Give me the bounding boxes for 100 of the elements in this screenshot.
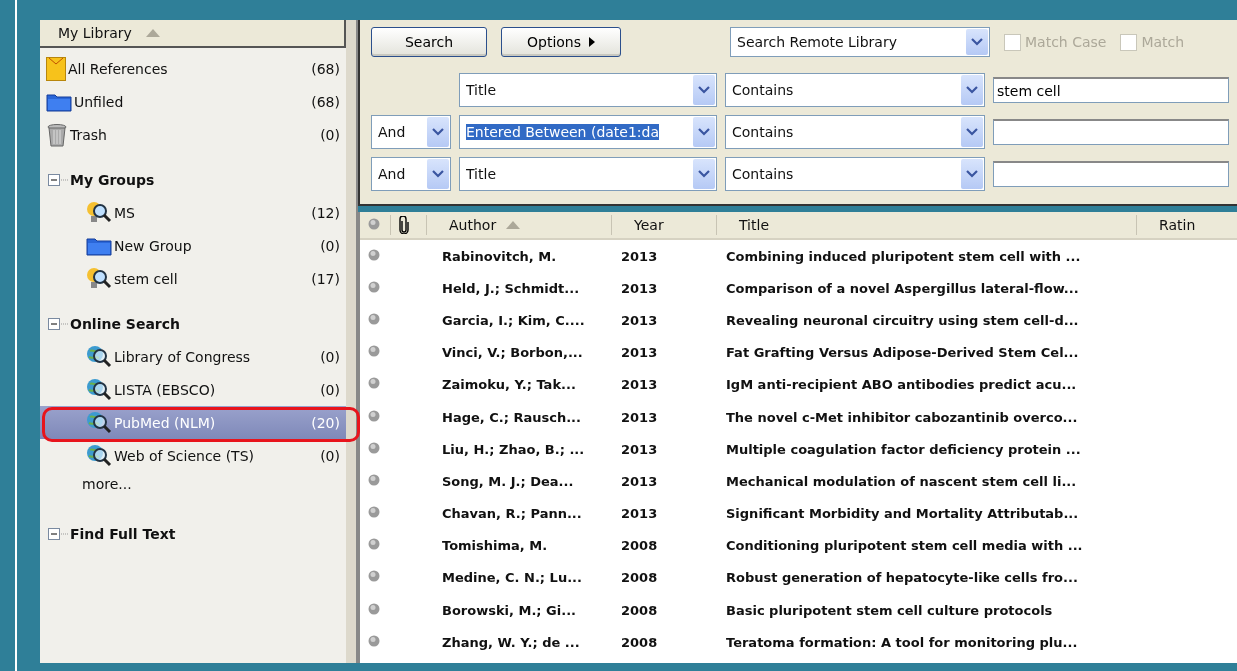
chevron-down-icon — [966, 86, 978, 94]
chevron-down-icon — [698, 128, 710, 136]
status-dot-icon — [368, 280, 380, 293]
globe-magnifier-icon — [86, 344, 112, 369]
operator-dropdown[interactable]: Contains — [725, 157, 985, 191]
author-cell-text: Song, M. J.; Dea... — [441, 473, 575, 489]
section-title: Find Full Text — [70, 525, 176, 542]
status-dot-icon — [368, 602, 380, 615]
author-cell-text: Held, J.; Schmidt... — [441, 280, 581, 296]
column-header[interactable]: Ratin — [1136, 215, 1236, 235]
library-item[interactable]: LISTA (EBSCO) (0) — [40, 373, 346, 406]
options-button[interactable]: Options — [501, 27, 621, 57]
chevron-down-icon — [966, 170, 978, 178]
chevron-down-icon — [971, 38, 983, 46]
search-term-field[interactable] — [993, 119, 1229, 145]
collapse-icon[interactable] — [48, 173, 70, 186]
search-term-field[interactable]: stem cell — [993, 77, 1229, 103]
year-cell-text: 2013 — [620, 377, 659, 393]
column-header[interactable]: Title — [716, 215, 1136, 235]
connector-dropdown[interactable]: And — [371, 115, 451, 149]
status-dot-icon — [368, 441, 380, 454]
folder-icon — [46, 91, 72, 112]
library-header[interactable]: My Library — [40, 20, 346, 48]
library-item[interactable]: Trash (0) — [40, 118, 346, 151]
lightbulb-magnifier-icon — [86, 266, 112, 291]
author-cell-text: Medine, C. N.; Lu... — [441, 570, 583, 586]
operator-dropdown[interactable]: Contains — [725, 115, 985, 149]
library-item[interactable]: New Group (0) — [40, 229, 346, 262]
status-dot-icon — [368, 473, 380, 486]
chevron-down-icon — [698, 170, 710, 178]
title-cell-text: IgM anti-recipient ABO antibodies predict acu... — [725, 377, 1078, 393]
search-button[interactable]: Search — [371, 27, 487, 57]
title-cell-text: Robust generation of hepatocyte-like cells fro... — [725, 570, 1079, 586]
library-item[interactable]: Library of Congress (0) — [40, 340, 346, 373]
author-cell-text: Zaimoku, Y.; Tak... — [441, 377, 577, 393]
trash-icon — [46, 122, 68, 147]
column-header[interactable]: Year — [611, 215, 716, 235]
author-cell-text: Borowski, M.; Gi... — [441, 602, 578, 618]
envelope-icon — [46, 56, 66, 81]
author-cell-text: Liu, H.; Zhao, B.; ... — [441, 441, 586, 457]
section-title: Online Search — [70, 315, 180, 332]
status-dot-icon — [368, 506, 380, 519]
year-cell-text: 2013 — [620, 409, 659, 425]
column-header[interactable]: Author — [426, 215, 611, 235]
chevron-down-icon — [432, 170, 444, 178]
operator-dropdown[interactable]: Contains — [725, 73, 985, 107]
status-dot-icon — [368, 248, 380, 261]
splitter-bar[interactable] — [346, 20, 358, 663]
year-cell-text: 2013 — [620, 280, 659, 296]
scope-dropdown[interactable]: Search Remote Library — [730, 27, 990, 57]
field-dropdown[interactable]: Title — [459, 157, 717, 191]
library-item[interactable]: stem cell (17) — [40, 262, 346, 295]
library-item[interactable]: Unfiled (68) — [40, 85, 346, 118]
author-cell-text: Chavan, R.; Pann... — [441, 506, 583, 522]
title-cell-text: Combining induced pluripotent stem cell with ... — [725, 248, 1082, 264]
status-dot-icon — [368, 312, 380, 325]
chevron-down-icon — [698, 86, 710, 94]
status-dot-icon — [368, 377, 380, 390]
paperclip-icon — [399, 216, 409, 234]
chevron-down-icon — [432, 128, 444, 136]
collapse-icon[interactable] — [48, 317, 70, 330]
globe-magnifier-icon — [86, 443, 112, 468]
author-cell-text: Hage, C.; Rausch... — [441, 409, 582, 425]
sort-arrow-icon — [506, 221, 521, 229]
author-cell-text: Vinci, V.; Borbon,... — [441, 345, 584, 361]
title-cell-text: The novel c-Met inhibitor cabozantinib overco... — [725, 409, 1079, 425]
collapse-icon[interactable] — [48, 527, 70, 540]
title-cell-text: Revealing neuronal circuitry using stem cell-d... — [725, 312, 1080, 328]
status-dot-icon — [368, 570, 380, 583]
status-dot-icon — [368, 538, 380, 551]
author-cell-text: Zhang, W. Y.; de ... — [441, 634, 581, 650]
year-cell-text: 2013 — [620, 248, 659, 264]
title-cell-text: Multiple coagulation factor deficiency protein ... — [725, 441, 1082, 457]
year-cell-text: 2008 — [620, 602, 659, 618]
chevron-down-icon — [966, 128, 978, 136]
more-link[interactable]: more... — [82, 476, 132, 492]
status-dot-icon — [368, 634, 380, 647]
year-cell-text: 2008 — [620, 634, 659, 650]
title-cell-text: Mechanical modulation of nascent stem cell li... — [725, 473, 1078, 489]
lightbulb-magnifier-icon — [86, 200, 112, 225]
connector-dropdown[interactable]: And — [371, 157, 451, 191]
author-cell-text: Garcia, I.; Kim, C.... — [441, 312, 586, 328]
triangle-right-icon — [589, 37, 595, 47]
year-cell-text: 2008 — [620, 570, 659, 586]
title-cell-text: Conditioning pluripotent stem cell media with ... — [725, 538, 1084, 554]
search-term-field[interactable] — [993, 161, 1229, 187]
field-dropdown[interactable]: Entered Between (date1:da — [459, 115, 717, 149]
library-item[interactable]: Web of Science (TS) (0) — [40, 439, 346, 472]
year-cell-text: 2013 — [620, 441, 659, 457]
library-item[interactable]: MS (12) — [40, 196, 346, 229]
field-dropdown[interactable]: Title — [459, 73, 717, 107]
library-item[interactable]: All References (68) — [40, 52, 346, 85]
folder-icon — [86, 235, 112, 256]
status-dot-icon — [368, 218, 380, 230]
author-cell-text: Tomishima, M. — [441, 538, 549, 554]
status-dot-icon — [368, 345, 380, 358]
title-cell-text: Significant Morbidity and Mortality Attributab... — [725, 506, 1080, 522]
year-cell-text: 2013 — [620, 473, 659, 489]
globe-magnifier-icon — [86, 410, 112, 435]
title-cell-text: Comparison of a novel Aspergillus lateral-flow... — [725, 280, 1080, 296]
